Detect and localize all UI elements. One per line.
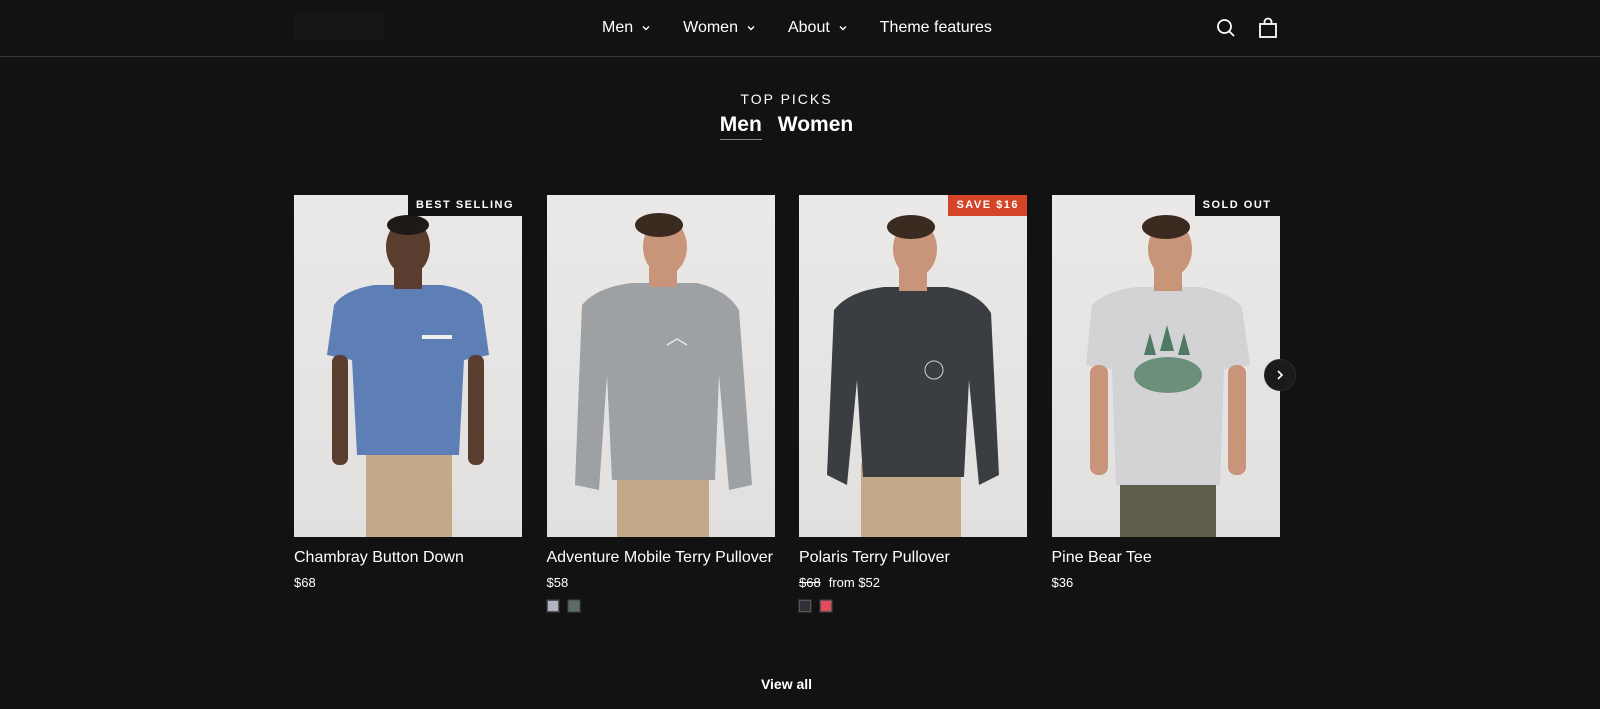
chevron-right-icon	[1277, 370, 1284, 380]
product-image[interactable]	[546, 195, 775, 537]
product-image[interactable]	[799, 195, 1027, 537]
price-row: $68	[294, 575, 522, 590]
cart-icon[interactable]	[1256, 16, 1280, 40]
store-logo[interactable]	[294, 11, 384, 41]
nav-item-theme-features[interactable]: Theme features	[880, 19, 992, 37]
price-row: $58	[547, 575, 775, 590]
product-title[interactable]: Chambray Button Down	[294, 549, 522, 567]
product-card[interactable]: BEST SELLING Chambray Button Down $68	[294, 195, 522, 612]
chevron-down-icon	[641, 23, 651, 33]
carousel-next-button[interactable]	[1264, 359, 1296, 391]
site-header: Men Women About Theme features	[0, 0, 1600, 57]
collection-tabs: Men Women	[0, 113, 1573, 140]
main-nav: Men Women About Theme features	[602, 0, 992, 56]
product-price: $68	[294, 575, 316, 590]
product-title[interactable]: Polaris Terry Pullover	[799, 549, 1027, 567]
color-swatch[interactable]	[545, 599, 560, 613]
header-actions	[1214, 16, 1280, 40]
product-image[interactable]	[1051, 195, 1280, 537]
nav-item-men[interactable]: Men	[602, 19, 651, 37]
chevron-down-icon	[746, 23, 756, 33]
product-card[interactable]: SAVE $16 Polaris Terry Pullover $68 from…	[798, 195, 1027, 613]
sold-out-badge: SOLD OUT	[1194, 195, 1280, 216]
price-row: $68 from $52	[799, 575, 1027, 590]
tab-women[interactable]: Women	[778, 113, 853, 140]
color-swatch[interactable]	[798, 599, 812, 613]
product-title[interactable]: Adventure Mobile Terry Pullover	[547, 549, 775, 567]
tab-men[interactable]: Men	[719, 113, 762, 140]
color-swatch[interactable]	[566, 599, 581, 613]
nav-label: Men	[602, 19, 634, 36]
nav-item-women[interactable]: Women	[683, 19, 756, 37]
product-image[interactable]	[294, 195, 522, 537]
section-eyebrow: TOP PICKS	[740, 91, 833, 107]
nav-item-about[interactable]: About	[788, 19, 848, 37]
nav-label: Theme features	[879, 19, 992, 36]
price-row: $36	[1052, 575, 1280, 590]
product-title[interactable]: Pine Bear Tee	[1052, 549, 1280, 567]
save-badge: SAVE $16	[948, 195, 1027, 216]
product-card[interactable]: SOLD OUT Pine Bear Tee $36	[1051, 195, 1280, 612]
chevron-down-icon	[838, 23, 848, 33]
search-icon[interactable]	[1214, 16, 1238, 40]
color-swatches	[545, 599, 775, 613]
product-grid: BEST SELLING Chambray Button Down $68 Ad…	[294, 195, 1280, 613]
nav-label: About	[787, 19, 830, 36]
product-card[interactable]: Adventure Mobile Terry Pullover $58	[545, 195, 775, 613]
product-price: from $52	[828, 575, 881, 590]
color-swatches	[798, 599, 1027, 613]
nav-label: Women	[683, 19, 738, 36]
compare-at-price: $68	[799, 575, 821, 590]
product-price: $58	[546, 575, 569, 590]
color-swatch[interactable]	[819, 599, 833, 613]
view-all-link[interactable]: View all	[0, 676, 1573, 692]
product-price: $36	[1051, 575, 1074, 590]
best-selling-badge: BEST SELLING	[407, 195, 522, 216]
